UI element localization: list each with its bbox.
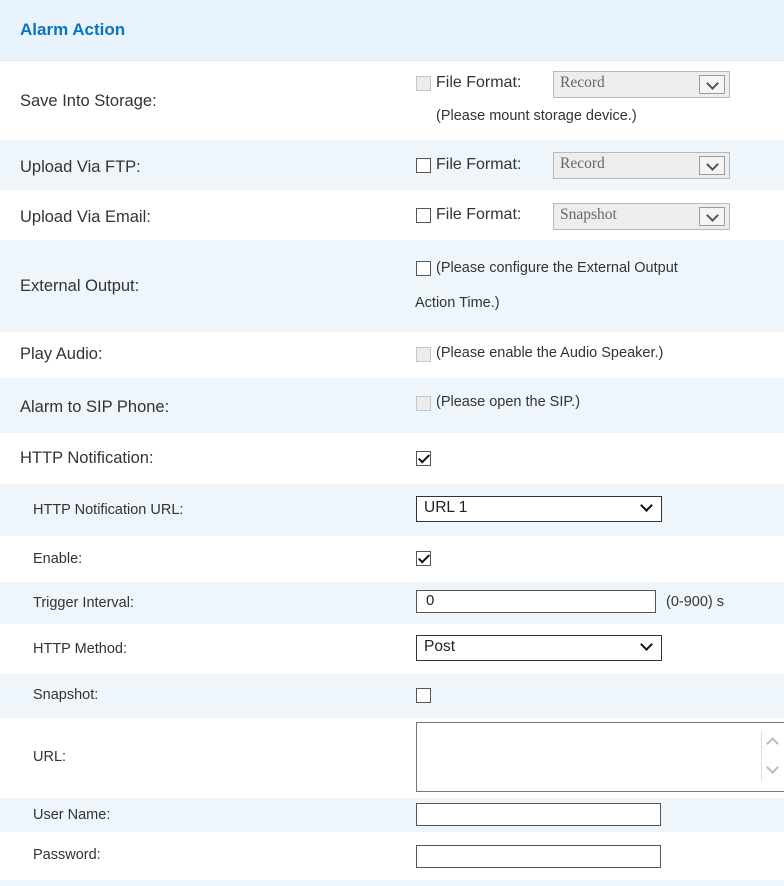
save-into-storage-format-value: Record (560, 74, 605, 91)
row-play-audio: Play Audio: (Please enable the Audio Spe… (0, 332, 784, 378)
upload-via-email-checkbox[interactable] (416, 208, 431, 223)
alarm-to-sip-phone-label: Alarm to SIP Phone: (20, 398, 170, 416)
snapshot-label: Snapshot: (33, 687, 99, 703)
chevron-down-icon (766, 761, 779, 774)
row-http-notification: HTTP Notification: (0, 433, 784, 484)
external-output-checkbox[interactable] (416, 261, 431, 276)
http-notification-url-value: URL 1 (424, 499, 468, 516)
row-upload-via-ftp: Upload Via FTP: File Format: Record (0, 140, 784, 190)
external-output-note-line1: (Please configure the External Output (436, 260, 678, 276)
textarea-scrollbar[interactable] (761, 731, 783, 781)
row-upload-via-email: Upload Via Email: File Format: Snapshot (0, 190, 784, 240)
row-trigger-interval: Trigger Interval: 0 (0-900) s (0, 582, 784, 624)
user-name-input[interactable] (416, 803, 661, 826)
upload-via-email-label: Upload Via Email: (20, 208, 151, 226)
http-notification-label: HTTP Notification: (20, 449, 154, 467)
alarm-to-sip-phone-checkbox[interactable] (416, 396, 431, 411)
chevron-down-icon (699, 156, 725, 175)
row-password: Password: (0, 832, 784, 880)
upload-via-ftp-label: Upload Via FTP: (20, 158, 141, 176)
trigger-interval-hint: (0-900) s (666, 594, 725, 610)
http-method-value: Post (424, 638, 456, 655)
chevron-down-icon (699, 207, 725, 226)
external-output-label: External Output: (20, 277, 140, 295)
url-label: URL: (33, 749, 67, 765)
upload-via-email-format-select[interactable]: Snapshot (553, 203, 730, 230)
save-into-storage-label: Save Into Storage: (20, 92, 157, 110)
save-into-storage-checkbox[interactable] (416, 76, 431, 91)
upload-via-email-file-format-label: File Format: (436, 206, 522, 223)
upload-via-ftp-checkbox[interactable] (416, 158, 431, 173)
password-input[interactable] (416, 845, 661, 868)
save-into-storage-file-format-label: File Format: (436, 74, 522, 91)
trigger-interval-input[interactable]: 0 (416, 590, 656, 613)
row-snapshot: Snapshot: (0, 674, 784, 718)
section-header: Alarm Action (0, 0, 784, 61)
http-notification-checkbox[interactable] (416, 451, 431, 466)
trigger-interval-value: 0 (426, 592, 435, 609)
chevron-down-icon (640, 499, 653, 512)
trigger-interval-label: Trigger Interval: (33, 595, 134, 611)
http-method-select[interactable]: Post (416, 635, 662, 661)
play-audio-checkbox[interactable] (416, 347, 431, 362)
row-http-notification-url: HTTP Notification URL: URL 1 (0, 484, 784, 536)
row-alarm-to-sip-phone: Alarm to SIP Phone: (Please open the SIP… (0, 378, 784, 433)
user-name-label: User Name: (33, 807, 111, 823)
upload-via-ftp-format-value: Record (560, 155, 605, 172)
url-textarea[interactable] (416, 722, 784, 792)
upload-via-ftp-file-format-label: File Format: (436, 156, 522, 173)
section-title: Alarm Action (20, 20, 126, 39)
alarm-to-sip-phone-note: (Please open the SIP.) (436, 394, 581, 410)
http-method-label: HTTP Method: (33, 641, 128, 657)
save-into-storage-note: (Please mount storage device.) (436, 108, 637, 124)
row-enable: Enable: (0, 536, 784, 582)
snapshot-checkbox[interactable] (416, 688, 431, 703)
chevron-up-icon (766, 737, 779, 750)
chevron-down-icon (640, 638, 653, 651)
upload-via-email-format-value: Snapshot (560, 206, 617, 223)
http-notification-url-select[interactable]: URL 1 (416, 496, 662, 522)
http-notification-url-label: HTTP Notification URL: (33, 502, 184, 518)
row-footer-strip (0, 880, 784, 886)
save-into-storage-format-select[interactable]: Record (553, 71, 730, 98)
row-http-method: HTTP Method: Post (0, 624, 784, 674)
enable-checkbox[interactable] (416, 551, 431, 566)
upload-via-ftp-format-select[interactable]: Record (553, 152, 730, 179)
row-save-into-storage: Save Into Storage: File Format: Record (… (0, 61, 784, 140)
chevron-down-icon (699, 75, 725, 94)
external-output-note-line2: Action Time.) (415, 295, 500, 311)
play-audio-note: (Please enable the Audio Speaker.) (436, 345, 664, 361)
password-label: Password: (33, 847, 101, 863)
row-user-name: User Name: (0, 798, 784, 832)
play-audio-label: Play Audio: (20, 345, 103, 363)
enable-label: Enable: (33, 551, 83, 567)
row-external-output: External Output: (Please configure the E… (0, 240, 784, 332)
